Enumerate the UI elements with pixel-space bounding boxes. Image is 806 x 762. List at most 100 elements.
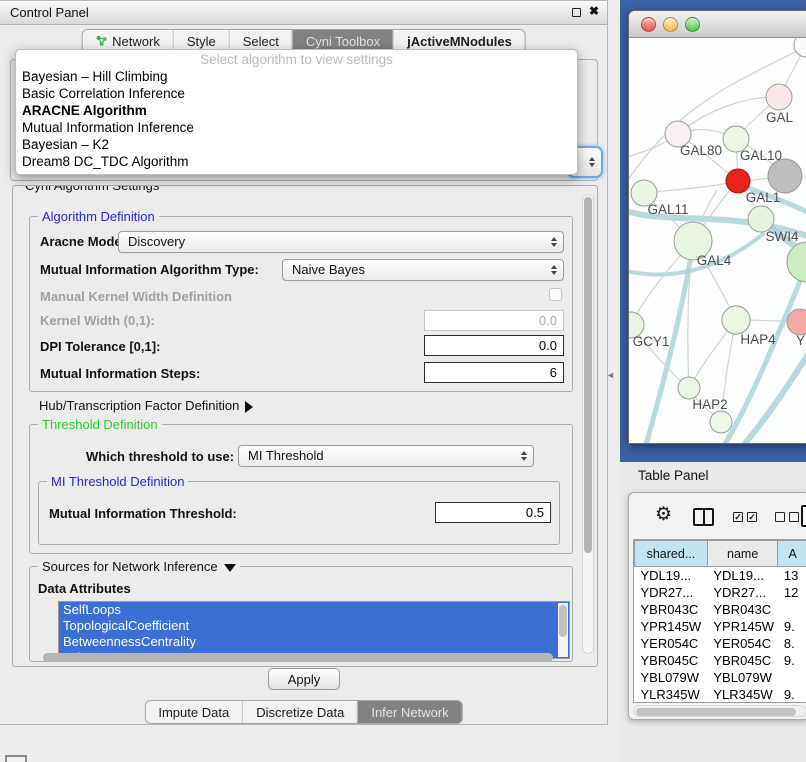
node-table: shared...nameAYDL19...YDL19...13YDR27...…: [633, 539, 806, 703]
tab-impute-data[interactable]: Impute Data: [145, 701, 242, 723]
table-cell: YLR345W: [707, 686, 778, 703]
table-row[interactable]: YBR045CYBR045C9.: [635, 652, 806, 669]
control-panel-title: Control Panel: [10, 5, 89, 20]
which-threshold-combobox[interactable]: MI Threshold: [238, 445, 534, 467]
scrollbar-thumb[interactable]: [636, 708, 796, 716]
table-row[interactable]: YBL079WYBL079W: [635, 669, 806, 686]
table-row[interactable]: YDL19...YDL19...13: [635, 567, 806, 584]
screen: Control Panel ✖ NetworkStyleSelectCyni T…: [0, 0, 806, 762]
column-header-A[interactable]: A: [778, 541, 806, 567]
tab-label: Infer Network: [371, 705, 448, 720]
table-cell: YDR27...: [635, 584, 708, 601]
network-node-gal[interactable]: [766, 84, 792, 110]
control-panel-window: Control Panel ✖ NetworkStyleSelectCyni T…: [0, 0, 608, 725]
table-row[interactable]: YPR145WYPR145W9.: [635, 618, 806, 635]
algorithm-option[interactable]: Basic Correlation Inference: [16, 85, 577, 102]
close-traffic-light-icon[interactable]: [641, 17, 656, 32]
table-row[interactable]: YBR043CYBR043C: [635, 601, 806, 618]
algorithm-option[interactable]: ARACNE Algorithm: [16, 102, 577, 119]
algorithm-option[interactable]: Bayesian – Hill Climbing: [16, 68, 577, 85]
table-cell: YBR045C: [635, 652, 708, 669]
checked-checkbox-icon[interactable]: ✓: [733, 512, 743, 522]
mi-steps-field[interactable]: 6: [424, 362, 564, 383]
network-window-titlebar[interactable]: [629, 11, 806, 38]
split-pane-collapse-icon[interactable]: ◄: [606, 370, 615, 380]
table-horizontal-scrollbar[interactable]: [633, 705, 806, 717]
attribute-list-item[interactable]: SelfLoops: [59, 602, 569, 618]
table-row[interactable]: YIL052CYIL052C9: [635, 703, 806, 704]
table-cell: YDL19...: [635, 567, 708, 584]
network-node[interactable]: [710, 411, 732, 433]
mi-threshold-label: Mutual Information Threshold:: [49, 506, 237, 521]
algorithm-definition-group: Algorithm Definition Aracne Mode: Discov…: [29, 216, 573, 392]
aracne-mode-label: Aracne Mode:: [40, 234, 126, 249]
scrollbar-thumb[interactable]: [559, 605, 567, 637]
floating-corner-widget[interactable]: [5, 755, 27, 762]
table-row[interactable]: YLR345WYLR345W9.: [635, 686, 806, 703]
file-icon[interactable]: [801, 505, 806, 527]
scrollbar-thumb[interactable]: [584, 197, 592, 553]
attribute-list-item[interactable]: TopologicalCoefficient: [59, 618, 569, 634]
network-icon: [95, 35, 107, 47]
columns-icon[interactable]: [693, 508, 714, 526]
algorithm-option[interactable]: Mutual Information Inference: [16, 119, 577, 136]
which-threshold-value: MI Threshold: [248, 448, 324, 463]
node-label: SWI4: [765, 229, 798, 244]
sources-title-text: Sources for Network Inference: [42, 559, 218, 574]
tab-discretize-data[interactable]: Discretize Data: [242, 701, 357, 723]
settings-vertical-scrollbar[interactable]: [582, 194, 594, 654]
node-label: GAL11: [647, 202, 688, 217]
unchecked-checkbox-icon[interactable]: [789, 512, 799, 522]
network-node[interactable]: [787, 242, 806, 282]
algorithm-option[interactable]: Bayesian – K2: [16, 136, 577, 153]
sources-title[interactable]: Sources for Network Inference: [38, 559, 240, 574]
table-cell: YPR145W: [635, 618, 708, 635]
network-node[interactable]: [768, 159, 802, 193]
network-node[interactable]: [794, 38, 806, 57]
table-row[interactable]: YER054CYER054C8.: [635, 635, 806, 652]
network-node-hap2[interactable]: [678, 377, 700, 399]
table-cell: 9.: [778, 686, 806, 703]
scrollbar-thumb[interactable]: [43, 653, 553, 662]
mi-type-combobox[interactable]: Naive Bayes: [282, 259, 564, 281]
stepper-arrows-icon: [589, 157, 595, 167]
kernel-width-field[interactable]: 0.0: [424, 310, 564, 331]
mi-threshold-field[interactable]: 0.5: [435, 502, 551, 523]
table-cell: 8.: [778, 635, 806, 652]
hub-definition-label: Hub/Transcription Factor Definition: [39, 398, 239, 413]
minimize-traffic-light-icon[interactable]: [663, 17, 678, 32]
settings-horizontal-scrollbar[interactable]: [43, 653, 553, 663]
attributes-scrollbar[interactable]: [558, 603, 568, 657]
column-header-shared[interactable]: shared...: [635, 541, 708, 567]
aracne-mode-combobox[interactable]: Discovery: [118, 231, 564, 253]
threshold-definition-group: Threshold Definition Which threshold to …: [29, 424, 573, 554]
aracne-mode-value: Discovery: [128, 234, 185, 249]
table-cell: YPR145W: [707, 618, 778, 635]
hub-definition-toggle[interactable]: Hub/Transcription Factor Definition: [39, 398, 253, 413]
column-header-name[interactable]: name: [707, 541, 778, 567]
manual-kernel-checkbox[interactable]: [549, 288, 562, 301]
network-canvas[interactable]: GALGAL80GAL10GAL1GAL11SWI4GAL4GCY1HAP4YH…: [629, 38, 806, 444]
network-graph: GALGAL80GAL10GAL1GAL11SWI4GAL4GCY1HAP4YH…: [629, 38, 806, 444]
attribute-list-item[interactable]: BetweennessCentrality: [59, 634, 569, 650]
table-cell: YDL19...: [707, 567, 778, 584]
float-window-icon[interactable]: [572, 8, 581, 17]
apply-button[interactable]: Apply: [268, 668, 340, 690]
mi-type-value: Naive Bayes: [292, 262, 365, 277]
table-cell: [778, 669, 806, 686]
network-node-y[interactable]: [787, 309, 806, 335]
close-icon[interactable]: ✖: [589, 4, 599, 18]
zoom-traffic-light-icon[interactable]: [685, 17, 700, 32]
table-cell: YLR345W: [635, 686, 708, 703]
unchecked-checkbox-icon[interactable]: [775, 512, 785, 522]
mi-type-label: Mutual Information Algorithm Type:: [40, 262, 259, 277]
checked-checkbox-icon[interactable]: ✓: [747, 512, 757, 522]
algorithm-option[interactable]: Dream8 DC_TDC Algorithm: [16, 153, 577, 170]
table-row[interactable]: YDR27...YDR27...12: [635, 584, 806, 601]
table-cell: YBR043C: [635, 601, 708, 618]
dpi-tolerance-field[interactable]: 0.0: [424, 335, 564, 356]
network-node-hap4[interactable]: [722, 306, 750, 334]
tab-infer-network[interactable]: Infer Network: [357, 701, 461, 723]
dpi-tolerance-label: DPI Tolerance [0,1]:: [40, 339, 160, 354]
gear-icon[interactable]: ⚙: [655, 503, 672, 526]
